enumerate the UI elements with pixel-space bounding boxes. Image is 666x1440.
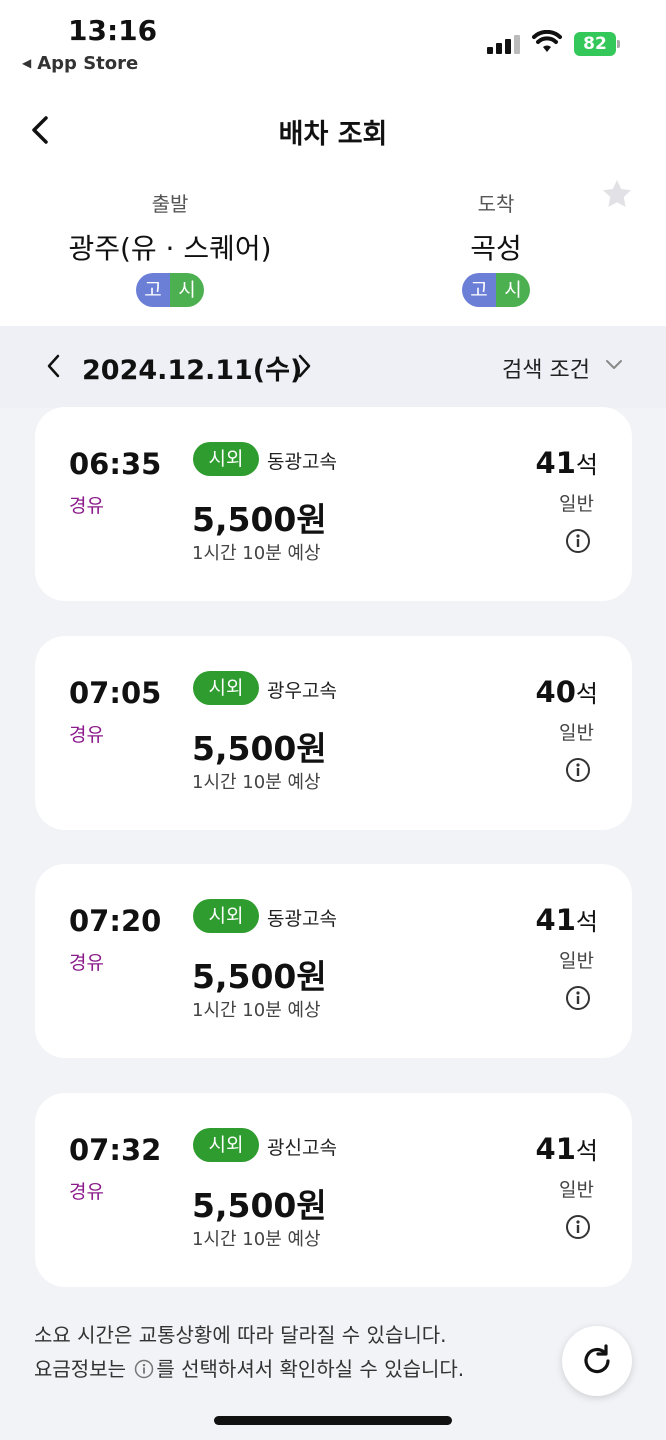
route-type: 경유 <box>69 952 104 974</box>
bus-type-badge: 시외 <box>193 899 259 933</box>
info-icon <box>135 1359 154 1379</box>
route-type: 경유 <box>69 495 104 517</box>
route-header: 배차 조회 출발 광주(유 · 스퀘어) 고시 도착 곡성 고시 <box>0 90 666 326</box>
estimated-duration: 1시간 10분 예상 <box>192 543 321 564</box>
arrival-type-badges: 고시 <box>462 273 530 307</box>
departure-time: 07:05 <box>69 676 162 710</box>
express-badge: 고 <box>462 273 496 307</box>
date-bar: 2024.12.11(수) 검색 조건 <box>0 326 666 408</box>
refresh-button[interactable] <box>562 1326 632 1396</box>
seat-unit: 석 <box>575 908 598 936</box>
back-triangle-icon: ◀ <box>22 56 32 70</box>
remaining-seats: 41석 <box>536 902 598 937</box>
notice-line-2: 요금정보는 를 선택하셔서 확인하실 수 있습니다. <box>34 1352 464 1386</box>
info-icon[interactable] <box>565 528 591 554</box>
info-icon[interactable] <box>565 985 591 1011</box>
notice-line-2-after: 를 선택하셔서 확인하실 수 있습니다. <box>156 1357 465 1381</box>
bus-class: 일반 <box>559 1179 594 1201</box>
info-icon[interactable] <box>565 757 591 783</box>
seat-count: 41 <box>535 903 576 937</box>
wifi-icon <box>532 30 562 52</box>
remaining-seats: 40석 <box>536 674 598 709</box>
battery-tip <box>617 40 620 48</box>
home-indicator <box>214 1416 452 1425</box>
bus-company: 동광고속 <box>267 451 337 473</box>
departure-time: 07:32 <box>69 1133 162 1167</box>
route-type: 경유 <box>69 724 104 746</box>
notice-text: 소요 시간은 교통상황에 따라 달라질 수 있습니다. 요금정보는 를 선택하셔… <box>34 1318 464 1386</box>
arrival-terminal[interactable]: 도착 곡성 고시 <box>366 188 626 307</box>
back-to-app-link[interactable]: ◀ App Store <box>22 53 138 74</box>
departure-time: 06:35 <box>69 447 162 481</box>
departure-label: 출발 <box>151 192 189 216</box>
intercity-badge: 시 <box>496 273 530 307</box>
seat-unit: 석 <box>575 1137 598 1165</box>
seat-count: 41 <box>535 1132 576 1166</box>
express-badge: 고 <box>136 273 170 307</box>
seat-unit: 석 <box>575 680 598 708</box>
departure-terminal[interactable]: 출발 광주(유 · 스퀘어) 고시 <box>40 188 300 307</box>
notice-line-2-before: 요금정보는 <box>34 1357 126 1381</box>
seat-unit: 석 <box>575 451 598 479</box>
seat-count: 40 <box>535 675 576 709</box>
route-type: 경유 <box>69 1181 104 1203</box>
refresh-icon <box>584 1344 610 1374</box>
bus-company: 광우고속 <box>267 680 337 702</box>
selected-date: 2024.12.11(수) <box>82 355 303 386</box>
battery-icon: 82 <box>574 32 616 56</box>
estimated-duration: 1시간 10분 예상 <box>192 772 321 793</box>
bus-company: 동광고속 <box>267 908 337 930</box>
chevron-left-icon[interactable] <box>44 352 64 380</box>
battery-level: 82 <box>583 34 607 54</box>
bus-class: 일반 <box>559 722 594 744</box>
page-title: 배차 조회 <box>278 119 388 150</box>
estimated-duration: 1시간 10분 예상 <box>192 1000 321 1021</box>
arrival-name: 곡성 <box>470 232 522 265</box>
estimated-duration: 1시간 10분 예상 <box>192 1229 321 1250</box>
schedule-card[interactable]: 06:35 경유 시외 동광고속 5,500원 1시간 10분 예상 41석 일… <box>35 407 632 601</box>
intercity-badge: 시 <box>170 273 204 307</box>
bus-class: 일반 <box>559 950 594 972</box>
chevron-down-icon[interactable] <box>604 358 624 372</box>
chevron-right-icon[interactable] <box>294 352 314 380</box>
bus-type-badge: 시외 <box>193 442 259 476</box>
schedule-card[interactable]: 07:32 경유 시외 광신고속 5,500원 1시간 10분 예상 41석 일… <box>35 1093 632 1287</box>
fare: 5,500원 <box>192 1186 327 1225</box>
search-conditions-button[interactable]: 검색 조건 <box>502 352 590 384</box>
departure-time: 07:20 <box>69 904 162 938</box>
arrival-label: 도착 <box>477 192 515 216</box>
bus-type-badge: 시외 <box>193 671 259 705</box>
status-time: 13:16 <box>68 14 158 47</box>
fare: 5,500원 <box>192 500 327 539</box>
seat-count: 41 <box>535 446 576 480</box>
departure-name: 광주(유 · 스퀘어) <box>68 232 272 265</box>
bus-type-badge: 시외 <box>193 1128 259 1162</box>
signal-icon <box>487 34 521 54</box>
info-icon[interactable] <box>565 1214 591 1240</box>
remaining-seats: 41석 <box>536 445 598 480</box>
fare: 5,500원 <box>192 957 327 996</box>
back-app-label: App Store <box>37 53 139 74</box>
schedule-card[interactable]: 07:05 경유 시외 광우고속 5,500원 1시간 10분 예상 40석 일… <box>35 636 632 830</box>
remaining-seats: 41석 <box>536 1131 598 1166</box>
bus-company: 광신고속 <box>267 1137 337 1159</box>
departure-type-badges: 고시 <box>136 273 204 307</box>
bus-class: 일반 <box>559 493 594 515</box>
status-bar: 13:16 ◀ App Store 82 <box>0 0 666 90</box>
notice-line-1: 소요 시간은 교통상황에 따라 달라질 수 있습니다. <box>34 1323 447 1347</box>
fare: 5,500원 <box>192 729 327 768</box>
schedule-card[interactable]: 07:20 경유 시외 동광고속 5,500원 1시간 10분 예상 41석 일… <box>35 864 632 1058</box>
